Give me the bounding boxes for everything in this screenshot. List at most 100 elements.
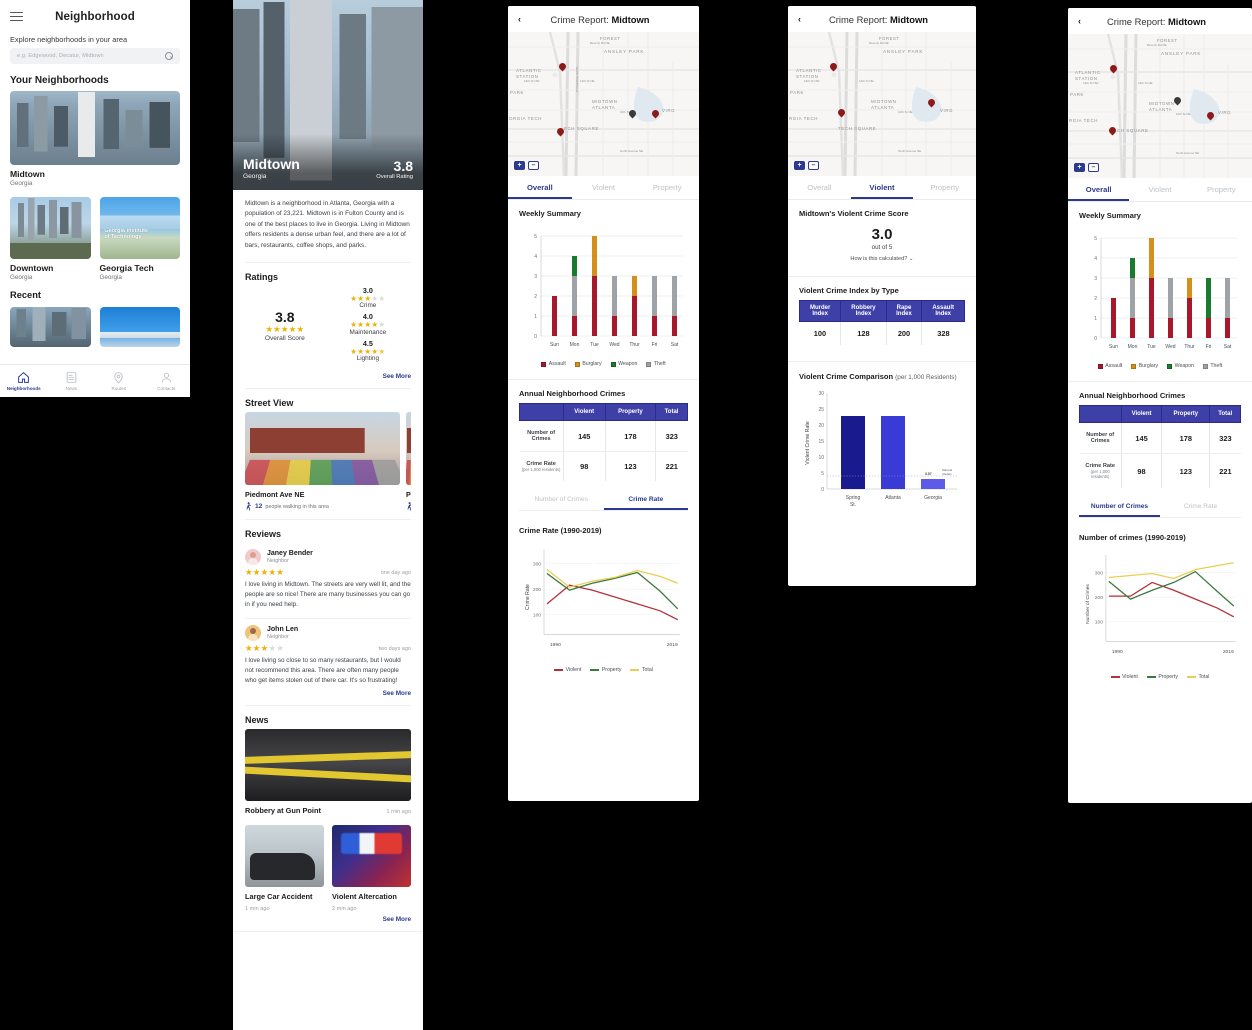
divider (233, 930, 423, 932)
crime-rate-line-chart: Crime Rate 300 200 100 1990 2019 (525, 549, 680, 648)
sidebar-item-contacts[interactable]: Contacts (143, 365, 191, 397)
score-explainer[interactable]: How is this calculated? ⌄ (799, 256, 965, 262)
police-tape (245, 750, 411, 765)
panel1-header: Neighborhood (0, 0, 190, 33)
svg-text:Mon: Mon (570, 342, 580, 348)
zoom-out-button[interactable]: – (1088, 163, 1099, 172)
zoom-out-button[interactable]: – (808, 161, 819, 170)
legend-item-violent: Violent (1110, 674, 1138, 680)
rating-stars: ★★★★★ (350, 346, 386, 356)
svg-text:Wed: Wed (1165, 344, 1175, 350)
sidebar-item-routes[interactable]: Routes (95, 365, 143, 397)
svg-text:15: 15 (818, 439, 824, 445)
legend-item-theft: Theft (1202, 363, 1222, 369)
svg-text:Sun: Sun (550, 342, 559, 348)
crime-pin[interactable] (1108, 63, 1119, 75)
table-row: 100 128 200 328 (799, 321, 965, 345)
hamburger-icon[interactable] (10, 11, 23, 22)
weekly-summary-section: Weekly Summary 543 210 Sun Mon Tue Wed T… (508, 200, 699, 371)
subtab-number-of-crimes[interactable]: Number of Crimes (519, 491, 604, 510)
recent-card-1[interactable] (10, 307, 91, 347)
col-robbery-index: Robbery Index (840, 300, 887, 322)
search-icon[interactable] (165, 52, 173, 60)
reviewer-role: Neighbor (267, 558, 289, 565)
crime-pin[interactable] (828, 61, 839, 73)
card-region: Georgia (10, 180, 33, 187)
tab-overall[interactable]: Overall (788, 176, 851, 199)
crime-pin[interactable] (557, 61, 568, 73)
sidebar-item-news[interactable]: News (48, 365, 96, 397)
neighborhood-card-midtown[interactable]: Midtown Georgia (10, 91, 180, 187)
crime-map[interactable]: FOREST ANSLEY PARK Beverly Rd NE ATLANTI… (1068, 34, 1252, 178)
subtab-number-of-crimes[interactable]: Number of Crimes (1079, 498, 1160, 517)
tab-violent[interactable]: Violent (572, 176, 636, 199)
subtab-crime-rate[interactable]: Crime Rate (1160, 498, 1241, 517)
tab-overall[interactable]: Overall (1068, 178, 1130, 201)
hero-name: Midtown (243, 156, 300, 173)
subtab-crime-rate[interactable]: Crime Rate (603, 491, 688, 510)
map-label: VIRG (940, 108, 954, 113)
crime-map[interactable]: FOREST ANSLEY PARK Beverly Rd NE ATLANTI… (508, 32, 699, 176)
svg-text:300: 300 (533, 562, 541, 568)
review-text: I love living so close to so many restau… (245, 656, 401, 685)
cell-assault-index: 328 (937, 329, 950, 338)
tab-violent[interactable]: Violent (850, 176, 914, 199)
tab-property[interactable]: Property (635, 176, 699, 199)
recent-title: Recent (10, 290, 42, 300)
tab-overall[interactable]: Overall (508, 176, 572, 199)
rating-item-maintenance: 4.0 ★★★★★ Maintenance (325, 312, 411, 336)
crime-pin[interactable] (1172, 95, 1183, 107)
zoom-in-button[interactable]: + (1074, 163, 1085, 172)
zoom-in-button[interactable]: + (794, 161, 805, 170)
nav-label: News (65, 386, 78, 391)
walking-label: people walking in this area (265, 503, 329, 510)
street-view-card-next[interactable]: P (406, 412, 411, 511)
title-prefix: Crime Report: (550, 13, 612, 25)
legend-item-weapon: Weapon (1167, 363, 1194, 369)
street-view-card[interactable]: Piedmont Ave NE 12 people walking in thi… (245, 412, 400, 511)
chevron-down-icon[interactable]: ⌄ (909, 256, 914, 262)
news-card[interactable]: Large Car Accident 1 min ago (245, 825, 324, 912)
map-label: CH SQUARE (1117, 128, 1149, 133)
news-see-more[interactable]: See More (245, 912, 411, 931)
tab-property[interactable]: Property (1191, 178, 1252, 201)
walking-count: 12 (255, 503, 263, 511)
col-total: Total (655, 403, 688, 421)
table-header-row: Violent Property Total (519, 403, 688, 421)
zoom-in-button[interactable]: + (514, 161, 525, 170)
zoom-out-button[interactable]: – (528, 161, 539, 170)
neighborhood-card-georgia-tech[interactable]: Georgia Institute of Technology Georgia T… (99, 197, 180, 281)
legend-item-assault: Assault (1097, 363, 1122, 369)
map-label: 14th St NE (859, 79, 874, 83)
card-name: Georgia Tech (99, 263, 154, 273)
recent-card-2[interactable] (99, 307, 180, 347)
tab-violent[interactable]: Violent (1129, 178, 1190, 201)
crime-pin[interactable] (650, 108, 661, 120)
crime-pin[interactable] (555, 126, 566, 138)
svg-text:0: 0 (1094, 336, 1097, 342)
search-input[interactable]: e.g. Edgewood, Decatur, Midtown (10, 48, 180, 64)
news-featured-card[interactable]: Robbery at Gun Point 1 min ago (245, 729, 411, 815)
crime-pin[interactable] (926, 97, 937, 109)
tab-property[interactable]: Property (913, 176, 976, 199)
reviewer-name: Janey Bender (267, 550, 313, 558)
ratings-see-more[interactable]: See More (245, 369, 411, 388)
col-violent: Violent (562, 403, 606, 421)
crime-pin[interactable] (836, 107, 847, 119)
map-label: VIRG (1218, 110, 1232, 115)
crime-pin[interactable] (627, 108, 638, 120)
row-label: Crime Rate (per 1,000 residents) (1079, 453, 1122, 488)
annual-crimes-section: Annual Neighborhood Crimes Violent Prope… (1068, 382, 1252, 522)
cell-property: 123 (605, 451, 657, 481)
map-label: ORGIA TECH (509, 116, 542, 121)
svg-text:3: 3 (1094, 276, 1097, 282)
reviews-see-more[interactable]: See More (245, 686, 411, 705)
crime-pin[interactable] (1205, 110, 1216, 122)
sidebar-item-neighborhoods[interactable]: Neighborhoods (0, 365, 48, 397)
street-view-carousel[interactable]: Piedmont Ave NE 12 people walking in thi… (245, 412, 411, 511)
crime-pin[interactable] (1107, 125, 1118, 137)
neighborhood-card-downtown[interactable]: Downtown Georgia (10, 197, 91, 281)
crime-map[interactable]: FOREST ANSLEY PARK Beverly Rd NE ATLANTI… (788, 32, 976, 176)
crime-rate-legend: Violent Property Total (519, 667, 688, 673)
news-card[interactable]: Violent Altercation 2 min ago (332, 825, 411, 912)
